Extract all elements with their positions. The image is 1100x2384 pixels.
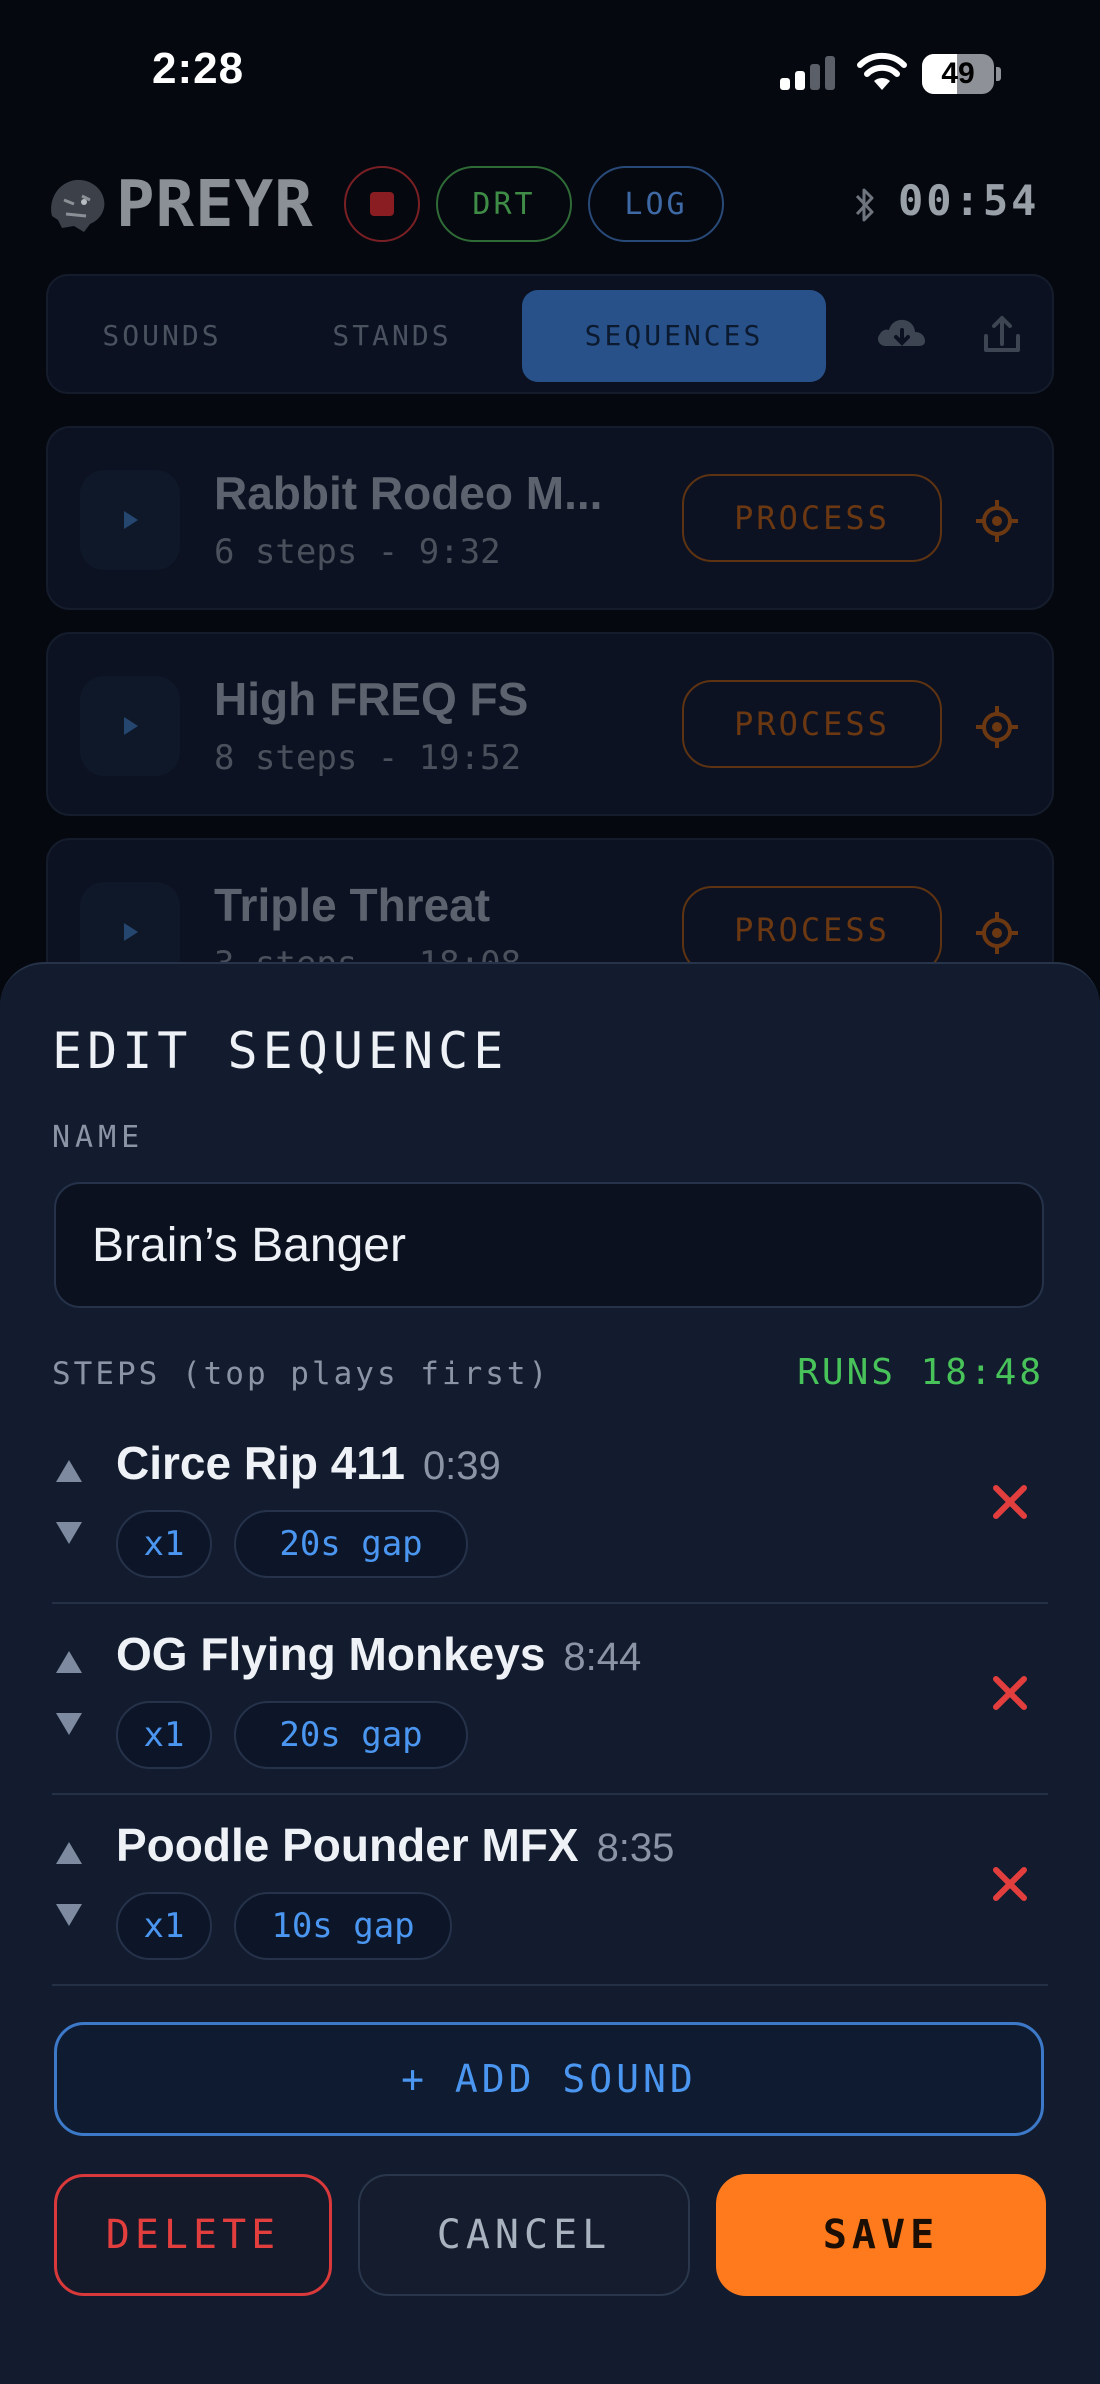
step-title: OG Flying Monkeys [116, 1628, 546, 1680]
sheet-title: EDIT SEQUENCE [52, 1022, 509, 1080]
save-button[interactable]: SAVE [716, 2174, 1046, 2296]
app-title: PREYR [116, 168, 314, 242]
cloud-download-icon[interactable] [870, 302, 934, 366]
repeat-chip[interactable]: x1 [116, 1701, 212, 1769]
bluetooth-icon [855, 188, 874, 222]
move-up-icon[interactable] [54, 1456, 84, 1486]
step-name: Circe Rip 411 0:39 [116, 1436, 501, 1490]
play-icon [124, 923, 138, 941]
remove-step-icon[interactable] [990, 1864, 1030, 1904]
play-button[interactable] [80, 470, 180, 570]
target-icon[interactable] [974, 704, 1020, 750]
tab-sequences[interactable]: SEQUENCES [522, 290, 826, 382]
gap-chip[interactable]: 20s gap [234, 1510, 468, 1578]
delete-button[interactable]: DELETE [54, 2174, 332, 2296]
battery-percent: 49 [941, 57, 975, 90]
move-down-icon[interactable] [54, 1900, 84, 1930]
session-timer: 00:54 [898, 176, 1040, 225]
step-name: OG Flying Monkeys 8:44 [116, 1627, 641, 1681]
step-row: Circe Rip 411 0:39 x1 20s gap [52, 1414, 1048, 1604]
process-button[interactable]: PROCESS [682, 886, 942, 974]
repeat-chip[interactable]: x1 [116, 1510, 212, 1578]
target-icon[interactable] [974, 910, 1020, 956]
move-down-icon[interactable] [54, 1518, 84, 1548]
remove-step-icon[interactable] [990, 1482, 1030, 1522]
move-down-icon[interactable] [54, 1709, 84, 1739]
edit-sequence-sheet: EDIT SEQUENCE NAME STEPS (top plays firs… [0, 962, 1100, 2384]
remove-step-icon[interactable] [990, 1673, 1030, 1713]
sequence-title: Triple Threat [214, 879, 491, 931]
move-up-icon[interactable] [54, 1838, 84, 1868]
stop-icon [370, 192, 394, 216]
sequence-card[interactable]: Rabbit Rodeo M... 6 steps - 9:32 PROCESS [46, 426, 1054, 610]
play-icon [124, 717, 138, 735]
status-time: 2:28 [152, 44, 245, 93]
tab-bar: SOUNDS STANDS SEQUENCES [46, 274, 1054, 394]
process-button[interactable]: PROCESS [682, 474, 942, 562]
wifi-icon [857, 52, 907, 90]
battery-icon: 49 [922, 54, 1002, 94]
drt-button[interactable]: DRT [436, 166, 572, 242]
tab-stands[interactable]: STANDS [292, 290, 492, 382]
process-button[interactable]: PROCESS [682, 680, 942, 768]
cancel-button[interactable]: CANCEL [358, 2174, 690, 2296]
step-duration: 0:39 [422, 1444, 501, 1488]
step-row: OG Flying Monkeys 8:44 x1 20s gap [52, 1605, 1048, 1795]
move-up-icon[interactable] [54, 1647, 84, 1677]
step-duration: 8:35 [596, 1826, 675, 1870]
sequence-name-input[interactable] [54, 1182, 1044, 1308]
name-label: NAME [52, 1120, 145, 1155]
sequence-title: Rabbit Rodeo M... [214, 467, 603, 519]
play-icon [124, 511, 138, 529]
step-title: Poodle Pounder MFX [116, 1819, 579, 1871]
stop-button[interactable] [344, 166, 420, 242]
gap-chip[interactable]: 10s gap [234, 1892, 452, 1960]
step-name: Poodle Pounder MFX 8:35 [116, 1818, 674, 1872]
status-bar: 2:28 49 [0, 0, 1100, 140]
predator-logo-icon [51, 179, 105, 232]
gap-chip[interactable]: 20s gap [234, 1701, 468, 1769]
sequence-meta: 8 steps - 19:52 [214, 738, 522, 778]
step-title: Circe Rip 411 [116, 1437, 405, 1489]
step-row: Poodle Pounder MFX 8:35 x1 10s gap [52, 1796, 1048, 1986]
sequence-card[interactable]: High FREQ FS 8 steps - 19:52 PROCESS [46, 632, 1054, 816]
target-icon[interactable] [974, 498, 1020, 544]
total-runtime: RUNS 18:48 [797, 1352, 1044, 1393]
upload-icon[interactable] [970, 302, 1034, 366]
step-duration: 8:44 [563, 1635, 642, 1679]
tab-sounds[interactable]: SOUNDS [62, 290, 262, 382]
add-sound-button[interactable]: + ADD SOUND [54, 2022, 1044, 2136]
sequence-meta: 6 steps - 9:32 [214, 532, 501, 572]
log-button[interactable]: LOG [588, 166, 724, 242]
repeat-chip[interactable]: x1 [116, 1892, 212, 1960]
play-button[interactable] [80, 676, 180, 776]
sequence-title: High FREQ FS [214, 673, 529, 725]
steps-label: STEPS (top plays first) [52, 1356, 551, 1392]
cellular-signal-icon [780, 56, 838, 90]
